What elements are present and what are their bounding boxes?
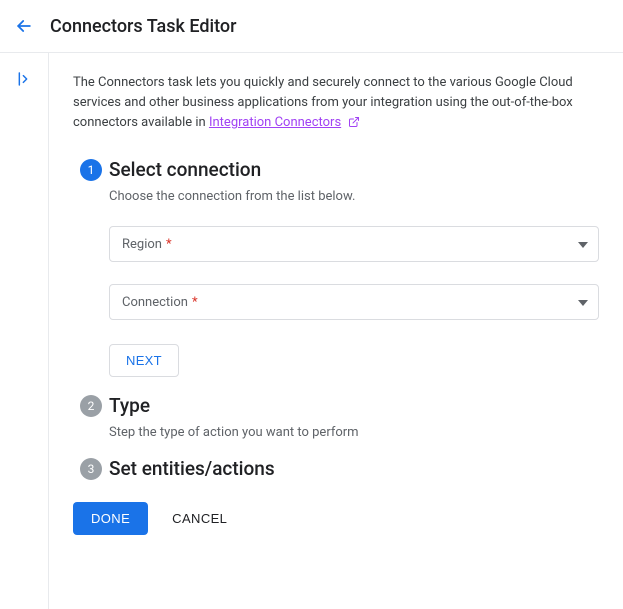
chevron-down-icon [578, 294, 588, 310]
editor-header: Connectors Task Editor [0, 0, 623, 53]
region-select-label: Region* [122, 237, 172, 252]
step-2-title: Type [109, 394, 599, 417]
cancel-button[interactable]: CANCEL [172, 511, 227, 526]
step-1-subtitle: Choose the connection from the list belo… [109, 189, 599, 204]
editor-content: The Connectors task lets you quickly and… [49, 53, 623, 609]
connection-select-label: Connection* [122, 295, 198, 310]
step-1: 1 Select connection Choose the connectio… [73, 159, 599, 395]
integration-connectors-link[interactable]: Integration Connectors [209, 115, 341, 130]
step-2: 2 Type Step the type of action you want … [73, 395, 599, 458]
step-2-subtitle: Step the type of action you want to perf… [109, 425, 599, 440]
step-2-badge: 2 [80, 395, 102, 417]
side-rail [0, 53, 48, 609]
page-title: Connectors Task Editor [50, 16, 236, 37]
intro-text: The Connectors task lets you quickly and… [73, 73, 599, 133]
footer-actions: DONE CANCEL [73, 502, 599, 535]
step-1-badge: 1 [80, 159, 102, 181]
step-3-title: Set entities/actions [109, 457, 599, 480]
connection-select[interactable]: Connection* [109, 284, 599, 320]
step-1-title: Select connection [109, 158, 599, 181]
panel-toggle-icon[interactable] [16, 71, 32, 91]
back-arrow-icon[interactable] [12, 14, 36, 38]
step-3-badge: 3 [80, 458, 102, 480]
chevron-down-icon [578, 236, 588, 252]
step-3: 3 Set entities/actions [73, 458, 599, 480]
region-select[interactable]: Region* [109, 226, 599, 262]
external-link-icon [348, 116, 360, 128]
next-button[interactable]: NEXT [109, 344, 179, 377]
done-button[interactable]: DONE [73, 502, 148, 535]
